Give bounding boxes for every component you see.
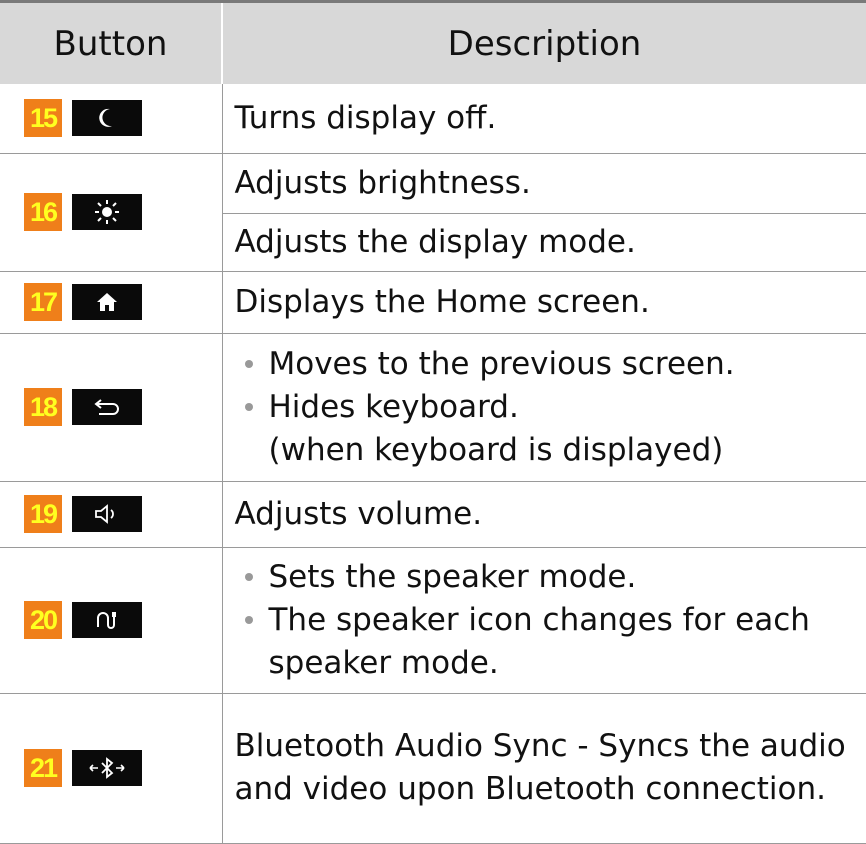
table-row: 21 Bluetooth Audio Sync - Syncs the audi…	[0, 693, 866, 843]
bluetooth-sync-icon	[72, 750, 142, 786]
number-badge: 18	[24, 388, 62, 426]
number-badge: 21	[24, 749, 62, 787]
table-row: 20 Sets the speaker mode. The speaker ic…	[0, 547, 866, 693]
volume-icon	[72, 496, 142, 532]
button-description-table: Button Description 15 Turns display off.…	[0, 0, 866, 844]
list-item: Moves to the previous screen.	[235, 343, 866, 386]
button-cell: 18	[0, 333, 222, 481]
back-arrow-icon	[72, 389, 142, 425]
description-cell: Sets the speaker mode. The speaker icon …	[222, 547, 866, 693]
description-cell: Turns display off.	[222, 84, 866, 153]
table-row: 15 Turns display off.	[0, 84, 866, 153]
list-item-note: (when keyboard is displayed)	[269, 429, 866, 472]
table-header-row: Button Description	[0, 2, 866, 85]
table-row: 16 Adjusts bright	[0, 153, 866, 213]
description-cell: Adjusts volume.	[222, 481, 866, 547]
button-cell: 21	[0, 693, 222, 843]
button-cell: 15	[0, 84, 222, 153]
button-cell: 16	[0, 153, 222, 271]
moon-icon	[72, 100, 142, 136]
number-badge: 15	[24, 99, 62, 137]
bullet-list: Sets the speaker mode. The speaker icon …	[235, 556, 866, 685]
home-icon	[72, 284, 142, 320]
number-badge: 20	[24, 601, 62, 639]
list-item-text: Hides keyboard.	[269, 389, 519, 425]
sun-icon	[72, 194, 142, 230]
table-row: 19 Adjusts volume.	[0, 481, 866, 547]
table-row: 17 Displays the Home screen.	[0, 271, 866, 333]
list-item: Sets the speaker mode.	[235, 556, 866, 599]
button-cell: 20	[0, 547, 222, 693]
number-badge: 19	[24, 495, 62, 533]
list-item: Hides keyboard. (when keyboard is display…	[235, 386, 866, 472]
speaker-mode-icon	[72, 602, 142, 638]
button-description-table-container: Button Description 15 Turns display off.…	[0, 0, 866, 816]
button-cell: 17	[0, 271, 222, 333]
bullet-list: Moves to the previous screen. Hides keyb…	[235, 343, 866, 472]
description-cell: Adjusts brightness.	[222, 153, 866, 213]
number-badge: 16	[24, 193, 62, 231]
description-cell: Adjusts the display mode.	[222, 213, 866, 271]
number-badge: 17	[24, 283, 62, 321]
description-cell: Moves to the previous screen. Hides keyb…	[222, 333, 866, 481]
description-cell: Bluetooth Audio Sync - Syncs the audio a…	[222, 693, 866, 843]
table-row: 18 Moves to the previous screen. Hides k…	[0, 333, 866, 481]
button-cell: 19	[0, 481, 222, 547]
header-button: Button	[0, 2, 222, 85]
list-item: The speaker icon changes for each speake…	[235, 599, 866, 685]
header-description: Description	[222, 2, 866, 85]
description-cell: Displays the Home screen.	[222, 271, 866, 333]
